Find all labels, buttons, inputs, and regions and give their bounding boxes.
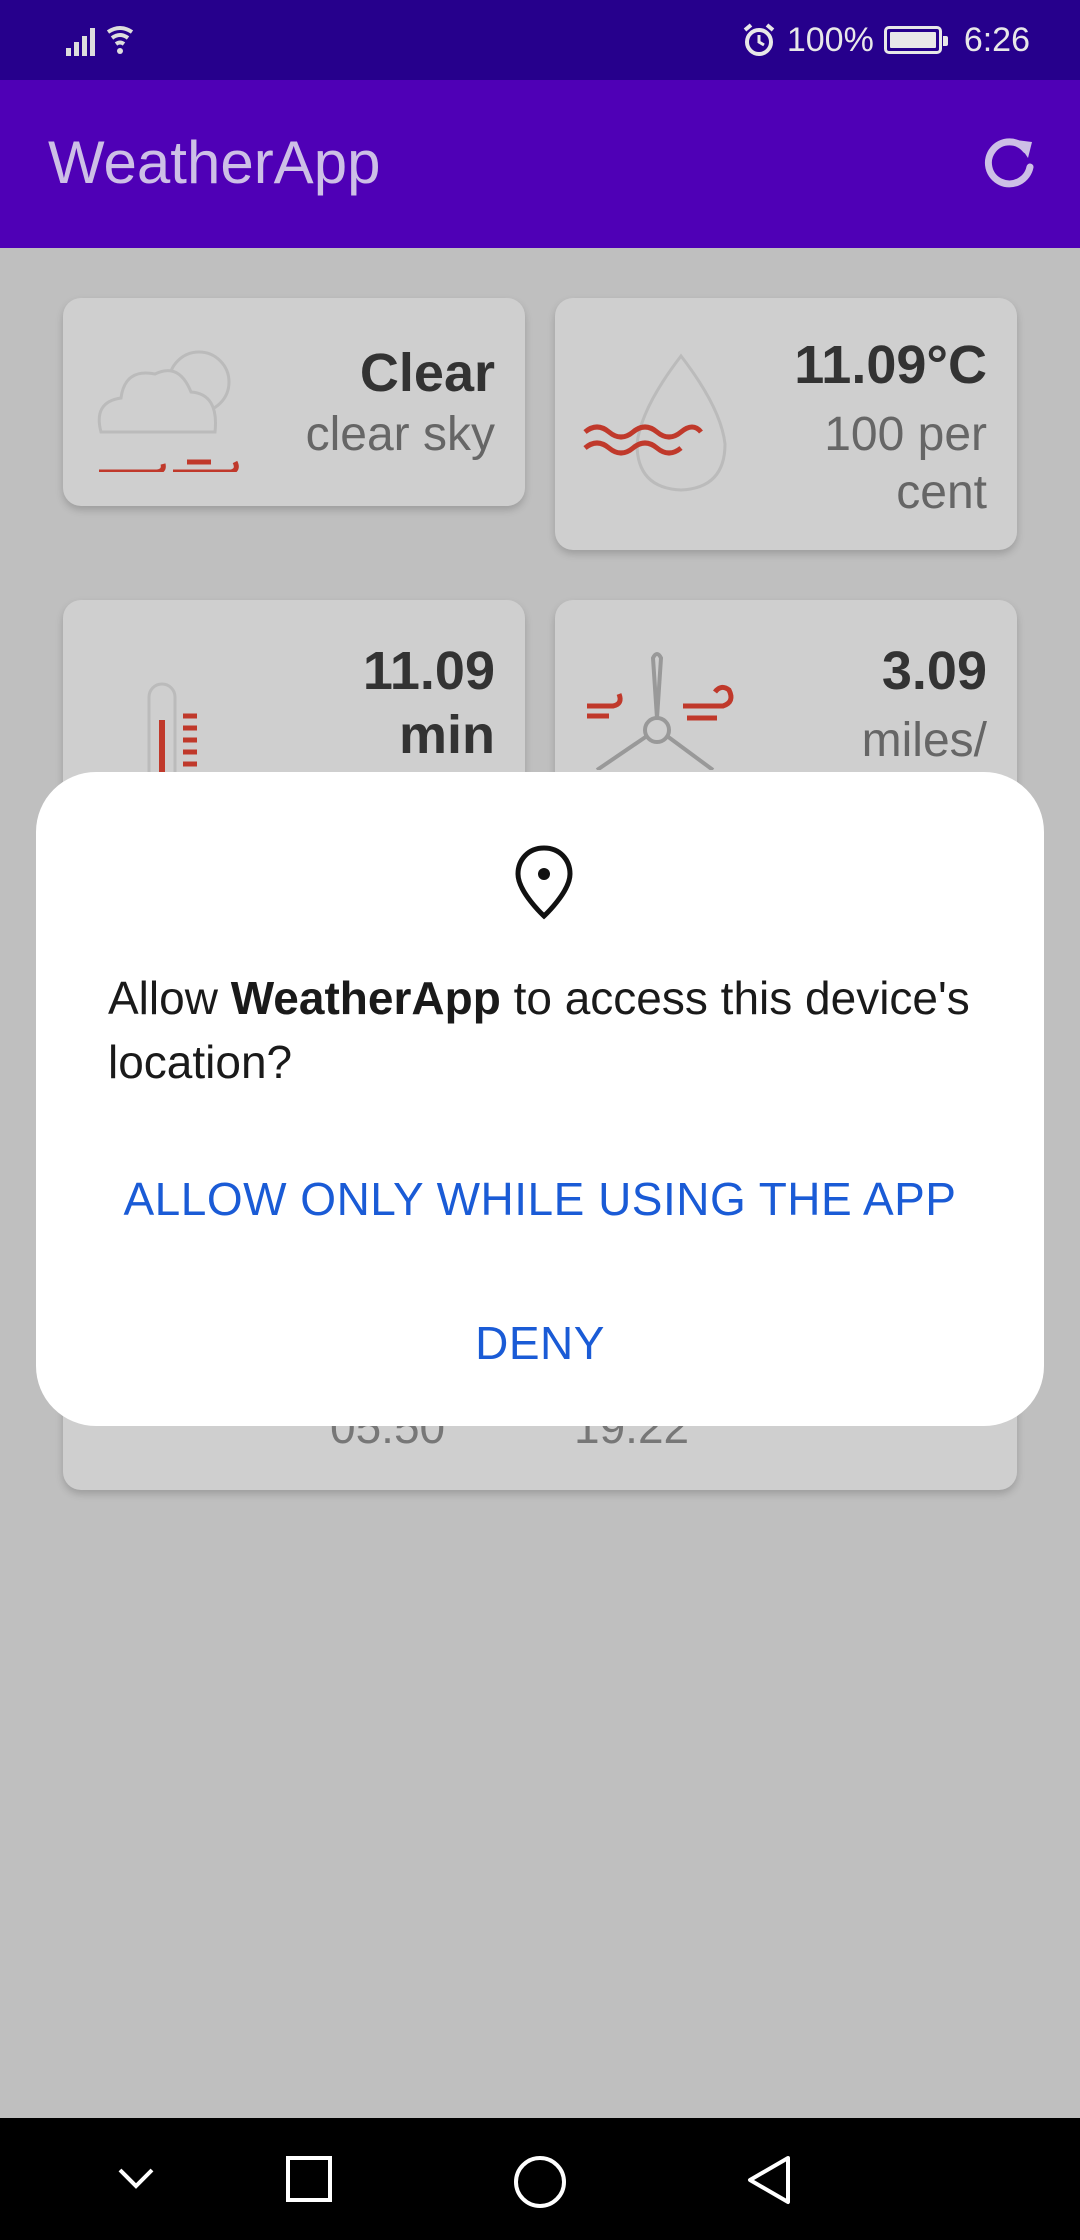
- wind-turbine-icon: [587, 652, 734, 770]
- humidity-subtitle-1: 100 per: [824, 408, 987, 461]
- battery-icon: [883, 26, 948, 54]
- dialog-message: Allow WeatherApp to access this device's…: [108, 966, 988, 1094]
- status-bar: 100% 6:26: [0, 0, 1080, 80]
- cloud-wind-icon: [97, 350, 239, 472]
- location-permission-dialog: Allow WeatherApp to access this device's…: [36, 772, 1044, 1426]
- allow-while-using-button[interactable]: ALLOW ONLY WHILE USING THE APP: [36, 1172, 1044, 1226]
- wind-subtitle: miles/: [861, 714, 987, 767]
- location-pin-icon: [515, 845, 573, 920]
- humidity-subtitle-2: cent: [896, 466, 987, 519]
- deny-button[interactable]: DENY: [36, 1316, 1044, 1370]
- clock: 6:26: [963, 20, 1030, 59]
- condition-subtitle: clear sky: [305, 408, 495, 461]
- temperature-title: 11.09: [362, 641, 495, 701]
- humidity-card: 11.09°C 100 per cent: [555, 298, 1017, 550]
- refresh-icon[interactable]: [980, 134, 1038, 192]
- status-right: 100% 6:26: [741, 18, 1030, 62]
- temperature-label: min: [398, 705, 495, 765]
- alarm-icon: [743, 23, 775, 56]
- back-triangle-icon[interactable]: [744, 2154, 794, 2206]
- battery-percent: 100%: [786, 20, 874, 59]
- home-circle-icon[interactable]: [512, 2154, 568, 2210]
- recents-square-icon[interactable]: [284, 2154, 334, 2204]
- dialog-app-name: WeatherApp: [230, 972, 501, 1024]
- condition-card: Clear clear sky: [63, 298, 525, 506]
- wind-title: 3.09: [881, 641, 987, 701]
- humidity-drop-icon: [583, 353, 727, 492]
- app-bar: WeatherApp: [0, 80, 1080, 248]
- humidity-title: 11.09°C: [794, 335, 987, 395]
- dialog-message-prefix: Allow: [108, 972, 231, 1024]
- app-title: WeatherApp: [48, 129, 381, 196]
- condition-title: Clear: [359, 343, 495, 403]
- chevron-down-icon[interactable]: [112, 2154, 160, 2202]
- navigation-bar: [0, 2118, 1080, 2240]
- signal-icon: [66, 26, 134, 56]
